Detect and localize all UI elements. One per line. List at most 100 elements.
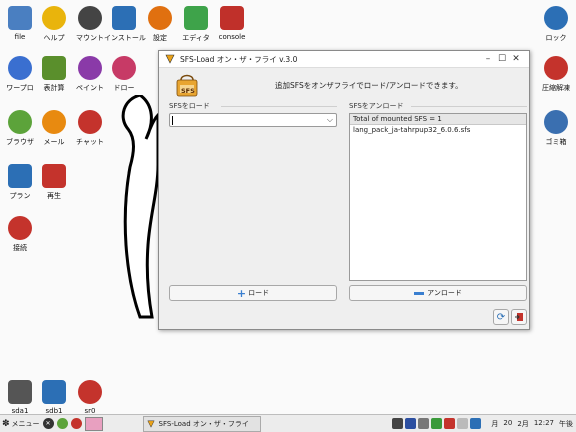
sfs-load-window: SFS-Load オン・ザ・フライ v.3.0 – ☐ ✕ SFS 追加SFSを… xyxy=(158,50,530,330)
desktop-icon-terminal[interactable]: console xyxy=(212,6,252,41)
clock-time: 12:27 xyxy=(533,418,554,427)
desktop-icon-label: 接続 xyxy=(13,244,27,252)
desktop-icon-lock[interactable]: ロック xyxy=(536,6,576,43)
at-icon xyxy=(42,110,66,134)
mounted-sfs-list[interactable]: Total of mounted SFS = 1 lang_pack_ja-ta… xyxy=(349,113,527,281)
text-caret xyxy=(172,116,173,125)
chevron-down-icon[interactable]: ⌵ xyxy=(327,115,333,125)
taskbar-item-label: SFS-Load オン・ザ・フライ xyxy=(158,419,249,428)
show-desktop-button[interactable] xyxy=(84,416,103,431)
browser-launcher-icon[interactable] xyxy=(56,418,68,429)
desktop-icon-lightbulb[interactable]: ヘルプ xyxy=(34,6,74,43)
draw-icon xyxy=(112,56,136,80)
desktop-icon-label: 設定 xyxy=(153,34,167,42)
close-all-icon[interactable]: ✕ xyxy=(42,418,54,429)
chat-icon xyxy=(78,110,102,134)
guitar-icon xyxy=(8,110,32,134)
desktop-icon-label: console xyxy=(218,33,246,41)
desktop-icon-label: ドロー xyxy=(113,84,135,92)
app-icon xyxy=(146,420,155,428)
desktop-icon-gear[interactable]: 設定 xyxy=(140,6,180,43)
battery-icon[interactable] xyxy=(431,418,443,429)
refresh-button[interactable]: ⟳ xyxy=(493,309,509,325)
clock-day: 20 xyxy=(503,418,513,427)
desktop-icon-draw[interactable]: ドロー xyxy=(104,56,144,93)
desktop-icon-label: インストール xyxy=(104,34,146,42)
lightbulb-icon xyxy=(42,6,66,30)
desktop-icon-archive[interactable]: 圧縮解凍 xyxy=(536,56,576,93)
palette-icon xyxy=(78,56,102,80)
minimize-button[interactable]: – xyxy=(481,54,495,64)
trash-icon xyxy=(544,110,568,134)
load-button-label: ロード xyxy=(248,289,270,297)
drive-icon xyxy=(8,380,32,404)
sfs-logo-icon: SFS xyxy=(175,72,199,100)
desktop-icon-network[interactable]: 接続 xyxy=(0,216,40,253)
clock-ampm: 午後 xyxy=(559,419,573,428)
unload-button-label: アンロード xyxy=(427,289,462,297)
usb-icon xyxy=(42,380,66,404)
spreadsheet-icon xyxy=(42,56,66,80)
calendar-icon xyxy=(8,164,32,188)
unload-button[interactable]: アンロード xyxy=(349,285,527,301)
sfs-file-combobox[interactable]: ⌵ xyxy=(169,113,337,127)
unload-panel-divider xyxy=(411,106,527,107)
title-bar[interactable]: SFS-Load オン・ザ・フライ v.3.0 – ☐ ✕ xyxy=(159,51,529,68)
sfs-logo-text: SFS xyxy=(181,87,195,95)
gear-icon xyxy=(148,6,172,30)
load-panel-divider xyxy=(221,106,337,107)
desktop-icon-label: 表計算 xyxy=(43,84,65,92)
desktop-icon-trash[interactable]: ゴミ箱 xyxy=(536,110,576,147)
desktop-icon-film[interactable]: 再生 xyxy=(34,164,74,201)
desktop-icon-disc[interactable]: sr0 xyxy=(70,380,110,415)
update-icon[interactable] xyxy=(470,418,482,429)
minus-icon xyxy=(414,291,425,295)
dropbox-icon xyxy=(112,6,136,30)
maximize-button[interactable]: ☐ xyxy=(495,54,509,64)
close-button[interactable]: ✕ xyxy=(509,54,523,64)
desktop-icon-label: 圧縮解凍 xyxy=(542,84,570,92)
desktop-icon-usb[interactable]: sdb1 xyxy=(34,380,74,415)
desktop-icon-label: ヘルプ xyxy=(43,34,65,42)
terminal-launcher-icon[interactable] xyxy=(70,418,82,429)
desktop-icon-spreadsheet[interactable]: 表計算 xyxy=(34,56,74,93)
mount-toggle-icon xyxy=(78,6,102,30)
network-tray-icon[interactable] xyxy=(418,418,430,429)
desktop-icon-at[interactable]: メール xyxy=(34,110,74,147)
speaker-icon[interactable] xyxy=(392,418,404,429)
edit-icon xyxy=(184,6,208,30)
desktop-icon-label: ロック xyxy=(545,34,567,42)
exit-icon xyxy=(515,313,523,321)
shield-icon[interactable] xyxy=(444,418,456,429)
clipboard-icon[interactable] xyxy=(457,418,469,429)
taskbar: ✽ メニュー ✕ SFS-Load オン・ザ・フライ 月 20 2月 12:27… xyxy=(0,414,576,432)
plus-icon: + xyxy=(236,286,247,300)
keyboard-icon[interactable] xyxy=(405,418,417,429)
clock[interactable]: 月 20 2月 12:27 午後 xyxy=(491,419,576,429)
archive-icon xyxy=(544,56,568,80)
desktop-icon-label: チャット xyxy=(76,138,104,146)
description-text: 追加SFSをオンザフライでロード/アンロードできます。 xyxy=(275,81,463,90)
desktop-icon-label: メール xyxy=(43,138,65,146)
load-panel-label: SFSをロード xyxy=(169,102,210,110)
load-button[interactable]: + ロード xyxy=(169,285,337,301)
menu-label: メニュー xyxy=(11,419,40,428)
list-item[interactable]: lang_pack_ja-tahrpup32_6.0.6.sfs xyxy=(350,125,526,136)
desktop-icon-edit[interactable]: エディタ xyxy=(176,6,216,43)
desktop-icon-label: 再生 xyxy=(47,192,61,200)
puppy-menu-icon: ✽ xyxy=(2,418,10,429)
writer-icon xyxy=(8,56,32,80)
taskbar-item-sfs-load[interactable]: SFS-Load オン・ザ・フライ xyxy=(142,415,261,432)
menu-button[interactable]: ✽ メニュー xyxy=(0,419,40,429)
exit-button[interactable] xyxy=(511,309,527,325)
window-header: SFS 追加SFSをオンザフライでロード/アンロードできます。 xyxy=(159,68,529,100)
disc-icon xyxy=(78,380,102,404)
refresh-icon: ⟳ xyxy=(496,311,506,323)
film-icon xyxy=(42,164,66,188)
desktop-icon-chat[interactable]: チャット xyxy=(70,110,110,147)
unload-panel-label: SFSをアンロード xyxy=(349,102,404,110)
window-title: SFS-Load オン・ザ・フライ v.3.0 xyxy=(180,54,298,64)
desktop-icon-label: エディタ xyxy=(182,34,210,42)
lock-icon xyxy=(544,6,568,30)
desktop-icon-dropbox[interactable]: インストール xyxy=(104,6,146,43)
